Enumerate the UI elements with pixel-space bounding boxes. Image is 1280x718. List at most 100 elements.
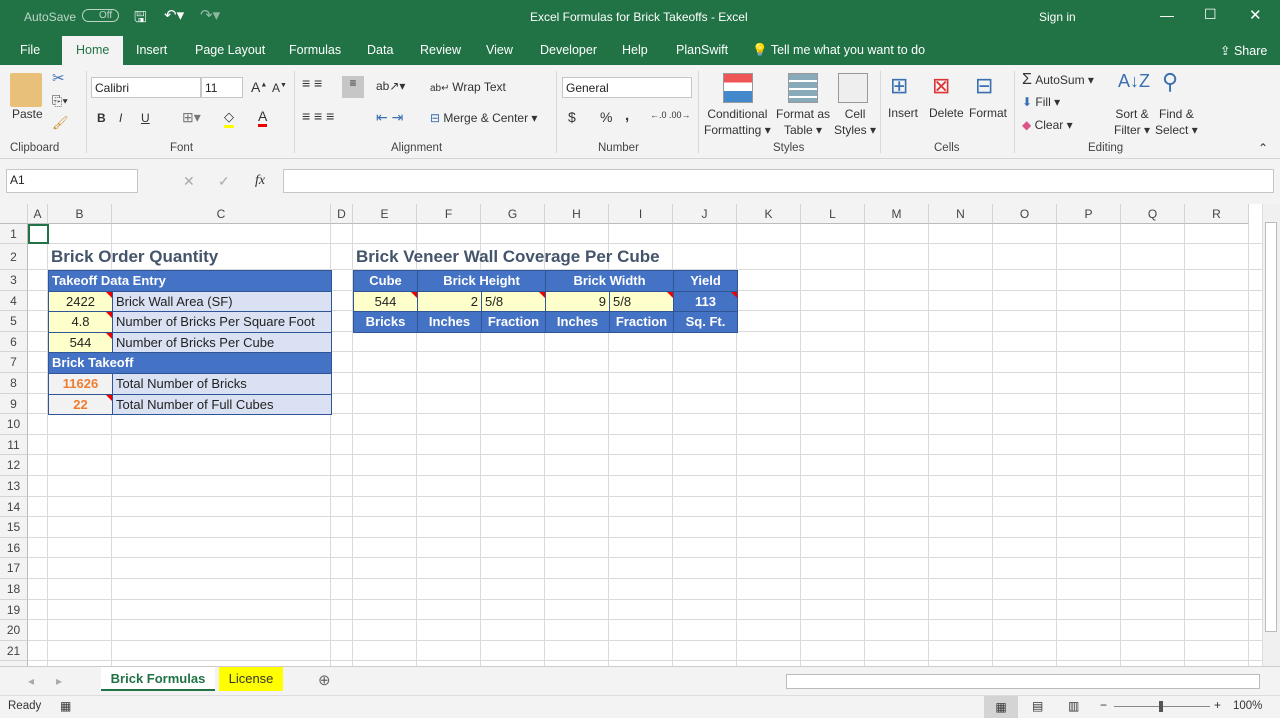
top-align-icon[interactable]: ≡ ≡ (302, 75, 322, 91)
tab-developer[interactable]: Developer (540, 43, 597, 57)
paste-icon[interactable] (10, 73, 42, 107)
formula-input[interactable] (283, 169, 1274, 193)
fill-button[interactable]: ⬇ Fill ▾ (1022, 95, 1060, 109)
column-header-P[interactable]: P (1057, 204, 1121, 224)
collapse-ribbon-icon[interactable]: ⌃ (1258, 141, 1268, 155)
row-header-10[interactable]: 10 (0, 414, 28, 435)
column-header-B[interactable]: B (48, 204, 112, 224)
new-sheet-button[interactable]: ⊕ (318, 671, 331, 689)
cell-B9[interactable]: 22 (48, 393, 113, 416)
indent-icon[interactable]: ⇤ ⇥ (376, 109, 403, 126)
font-color-icon[interactable]: A (258, 108, 268, 127)
column-header-E[interactable]: E (353, 204, 417, 224)
column-header-R[interactable]: R (1185, 204, 1249, 224)
cell-B8[interactable]: 11626 (48, 373, 113, 395)
cell-C5[interactable]: Number of Bricks Per Square Foot (112, 311, 332, 333)
macro-record-icon[interactable]: ▦ (60, 699, 71, 713)
column-header-L[interactable]: L (801, 204, 865, 224)
cell-E3[interactable]: Cube (353, 270, 418, 292)
horizontal-scrollbar[interactable] (786, 674, 1260, 689)
insert-cells-button[interactable]: Insert (888, 106, 918, 120)
insert-function-button[interactable]: fx (255, 173, 265, 189)
format-as-table-button[interactable]: Format as Table ▾ (776, 106, 830, 138)
row-header-5[interactable]: 5 (0, 311, 28, 332)
borders-icon[interactable]: ⊞▾ (182, 109, 201, 126)
delete-cells-button[interactable]: Delete (929, 106, 964, 120)
cell-F3[interactable]: Brick Height (417, 270, 546, 292)
decimal-icon[interactable]: ←.0 .00→ (650, 110, 691, 120)
next-sheet-icon[interactable]: ▸ (56, 674, 62, 688)
sheet-tab[interactable]: License (219, 667, 283, 691)
row-header-6[interactable]: 6 (0, 331, 28, 353)
delete-cells-icon[interactable]: ⊠ (932, 73, 950, 99)
cell-B5[interactable]: 4.8 (48, 311, 113, 333)
column-header-A[interactable]: A (28, 204, 48, 224)
row-header-15[interactable]: 15 (0, 517, 28, 538)
column-header-M[interactable]: M (865, 204, 929, 224)
zoom-level[interactable]: 100% (1233, 700, 1262, 712)
share-button[interactable]: ⇪ Share (1220, 43, 1267, 58)
font-size-select[interactable]: 11 (201, 77, 243, 98)
cell-F4[interactable]: 2 (417, 290, 482, 313)
align-left-icon[interactable]: ≡ ≡ ≡ (302, 108, 334, 124)
cell-B7[interactable]: Brick Takeoff (48, 352, 332, 374)
cell-G5[interactable]: Fraction (481, 311, 546, 333)
redo-icon[interactable]: ↷▾ (200, 6, 220, 24)
row-header-9[interactable]: 9 (0, 393, 28, 415)
sign-in-link[interactable]: Sign in (1039, 10, 1076, 24)
merge-center-button[interactable]: ⊟ Merge & Center ▾ (430, 111, 537, 125)
tab-review[interactable]: Review (420, 43, 461, 57)
undo-icon[interactable]: ↶▾ (164, 6, 184, 24)
row-header-1[interactable]: 1 (0, 224, 28, 244)
row-header-14[interactable]: 14 (0, 496, 28, 518)
row-header-3[interactable]: 3 (0, 270, 28, 291)
number-format-select[interactable]: General (562, 77, 692, 98)
row-header-2[interactable]: 2 (0, 244, 28, 270)
tab-file[interactable]: File (20, 43, 40, 57)
tab-home[interactable]: Home (62, 36, 124, 65)
zoom-in-button[interactable]: + (1214, 698, 1221, 712)
row-header-16[interactable]: 16 (0, 537, 28, 559)
row-header-13[interactable]: 13 (0, 476, 28, 497)
percent-button[interactable]: % (600, 109, 612, 125)
cell-H5[interactable]: Inches (545, 311, 610, 333)
zoom-out-button[interactable]: − (1100, 698, 1107, 712)
cell-G4[interactable]: 5/8 (481, 290, 546, 313)
minimize-button[interactable]: — (1160, 7, 1174, 23)
column-header-Q[interactable]: Q (1121, 204, 1185, 224)
fill-color-icon[interactable]: ◇ (224, 109, 234, 128)
italic-button[interactable]: I (119, 111, 122, 125)
cell-B6[interactable]: 544 (48, 331, 113, 354)
row-header-8[interactable]: 8 (0, 373, 28, 394)
font-name-select[interactable]: Calibri (91, 77, 201, 98)
bottom-align-icon[interactable]: ≡ (342, 76, 364, 98)
format-cells-icon[interactable]: ⊟ (975, 73, 993, 99)
cell-I5[interactable]: Fraction (609, 311, 674, 333)
row-header-4[interactable]: 4 (0, 290, 28, 312)
insert-cells-icon[interactable]: ⊞ (890, 73, 908, 99)
column-header-H[interactable]: H (545, 204, 609, 224)
column-header-J[interactable]: J (673, 204, 737, 224)
autosave-toggle[interactable]: Off (82, 9, 120, 22)
cell-styles-icon[interactable] (838, 73, 868, 103)
row-header-11[interactable]: 11 (0, 434, 28, 456)
tab-formulas[interactable]: Formulas (289, 43, 341, 57)
column-header-O[interactable]: O (993, 204, 1057, 224)
cell-C8[interactable]: Total Number of Bricks (112, 373, 332, 395)
cell-H3[interactable]: Brick Width (545, 270, 674, 292)
cell-E5[interactable]: Bricks (353, 311, 418, 333)
column-header-F[interactable]: F (417, 204, 481, 224)
orientation-icon[interactable]: ab↗▾ (376, 79, 405, 93)
row-header-12[interactable]: 12 (0, 455, 28, 476)
save-icon[interactable]: 🖫 (134, 7, 147, 32)
cell-B2[interactable]: Brick Order Quantity (48, 244, 332, 271)
close-button[interactable]: ✕ (1249, 6, 1262, 24)
cell-F5[interactable]: Inches (417, 311, 482, 333)
cell-B4[interactable]: 2422 (48, 290, 113, 313)
page-break-view-icon[interactable]: ▥ (1068, 699, 1079, 713)
sort-filter-icon[interactable]: A↓Z (1118, 71, 1150, 92)
shrink-font-icon[interactable]: A▼ (272, 81, 287, 95)
bold-button[interactable]: B (97, 111, 106, 125)
format-cells-button[interactable]: Format (969, 106, 1007, 120)
column-header-D[interactable]: D (331, 204, 353, 224)
